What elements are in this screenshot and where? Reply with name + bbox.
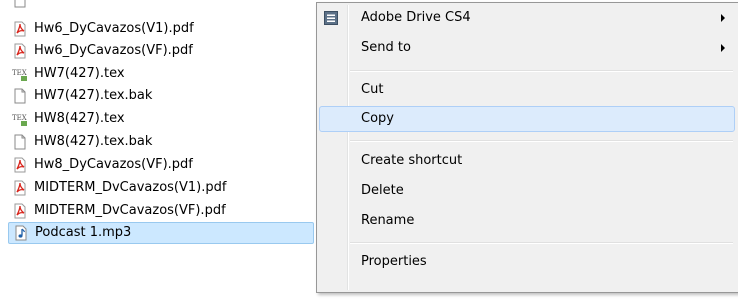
file-name: Hw6_DyCavazos(V1).pdf bbox=[34, 21, 194, 36]
context-menu: Adobe Drive CS4 Send to Cut Copy Create … bbox=[316, 2, 738, 293]
menu-item-cut[interactable]: Cut bbox=[319, 77, 735, 103]
file-name: HW8(427).tex bbox=[34, 111, 125, 126]
menu-separator bbox=[350, 140, 733, 142]
file-row-partial[interactable] bbox=[8, 0, 314, 11]
menu-item-label: Copy bbox=[361, 111, 394, 126]
tex-icon: TEX bbox=[12, 114, 27, 126]
file-name: HW7(427).tex.bak bbox=[34, 88, 153, 103]
file-name: HW7(427).tex bbox=[34, 66, 125, 81]
file-row[interactable]: MIDTERM_DvCavazos(V1).pdf bbox=[8, 177, 314, 199]
menu-separator bbox=[350, 70, 733, 72]
adobe-drive-icon bbox=[324, 11, 338, 25]
menu-item-label: Rename bbox=[361, 213, 415, 228]
menu-item-send-to[interactable]: Send to bbox=[319, 35, 735, 61]
file-row[interactable]: Hw6_DyCavazos(VF).pdf bbox=[8, 40, 314, 62]
menu-item-label: Properties bbox=[361, 254, 427, 269]
audio-file-icon bbox=[15, 225, 27, 241]
pdf-icon bbox=[14, 21, 26, 37]
file-row[interactable]: HW7(427).tex.bak bbox=[8, 85, 314, 107]
menu-separator bbox=[350, 242, 733, 244]
pdf-icon bbox=[14, 180, 26, 196]
file-row[interactable]: MIDTERM_DvCavazos(VF).pdf bbox=[8, 200, 314, 222]
blank-file-icon bbox=[14, 134, 26, 150]
menu-item-rename[interactable]: Rename bbox=[319, 208, 735, 234]
file-name: MIDTERM_DvCavazos(VF).pdf bbox=[34, 203, 226, 218]
svg-text:TEX: TEX bbox=[12, 69, 27, 77]
file-name: Podcast 1.mp3 bbox=[35, 225, 132, 240]
blank-file-icon bbox=[14, 0, 26, 8]
menu-item-create-shortcut[interactable]: Create shortcut bbox=[319, 148, 735, 174]
tex-icon: TEX bbox=[12, 69, 27, 81]
pdf-icon bbox=[14, 157, 26, 173]
menu-item-label: Adobe Drive CS4 bbox=[361, 10, 471, 25]
menu-item-properties[interactable]: Properties bbox=[319, 249, 735, 275]
file-row[interactable]: Hw8_DyCavazos(VF).pdf bbox=[8, 154, 314, 176]
pdf-icon bbox=[14, 203, 26, 219]
blank-file-icon bbox=[14, 88, 26, 104]
menu-item-label: Create shortcut bbox=[361, 153, 463, 168]
file-name: MIDTERM_DvCavazos(V1).pdf bbox=[34, 180, 227, 195]
file-name: Hw6_DyCavazos(VF).pdf bbox=[34, 43, 193, 58]
menu-item-copy[interactable]: Copy bbox=[319, 106, 735, 132]
menu-item-label: Cut bbox=[361, 82, 384, 97]
file-row[interactable]: HW8(427).tex.bak bbox=[8, 131, 314, 153]
menu-item-delete[interactable]: Delete bbox=[319, 178, 735, 204]
file-row-selected[interactable]: Podcast 1.mp3 bbox=[8, 222, 314, 244]
file-row[interactable]: TEX HW8(427).tex bbox=[8, 108, 314, 130]
file-row[interactable]: TEX HW7(427).tex bbox=[8, 63, 314, 85]
file-name: Hw8_DyCavazos(VF).pdf bbox=[34, 157, 193, 172]
file-list: Hw6_DyCavazos(V1).pdf Hw6_DyCavazos(VF).… bbox=[0, 0, 318, 301]
pdf-icon bbox=[14, 43, 26, 59]
menu-item-adobe-drive[interactable]: Adobe Drive CS4 bbox=[319, 5, 735, 31]
menu-item-label: Delete bbox=[361, 183, 404, 198]
submenu-arrow-icon bbox=[721, 44, 725, 52]
file-name: HW8(427).tex.bak bbox=[34, 134, 153, 149]
menu-item-label: Send to bbox=[361, 40, 411, 55]
submenu-arrow-icon bbox=[721, 14, 725, 22]
file-row[interactable]: Hw6_DyCavazos(V1).pdf bbox=[8, 18, 314, 40]
svg-text:TEX: TEX bbox=[12, 114, 27, 122]
